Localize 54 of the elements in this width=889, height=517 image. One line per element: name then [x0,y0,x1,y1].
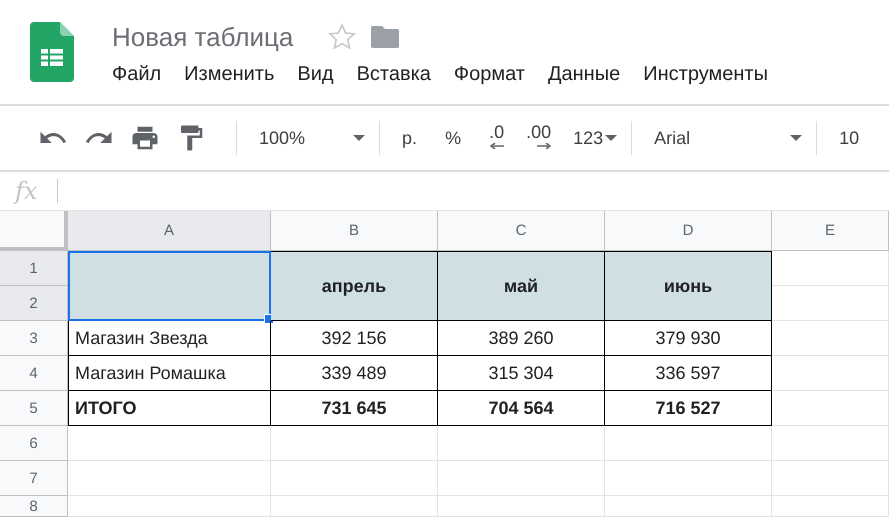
row-header[interactable]: 3 [0,321,68,356]
sheets-logo-icon[interactable] [30,22,74,82]
row-header[interactable]: 4 [0,356,68,391]
table-cell: 731 645 [271,391,438,426]
table-cell: 716 527 [605,391,772,426]
table-cell: 339 489 [271,356,438,391]
decrease-decimals-button[interactable]: .0 [489,122,504,154]
column-header[interactable]: D [605,211,772,251]
column-header[interactable]: C [438,211,605,251]
menu-item[interactable]: Вставка [356,63,431,86]
row-header[interactable]: 8 [0,496,68,517]
row-header[interactable]: 5 [0,391,68,426]
header-cell[interactable]: июнь [605,251,772,321]
table-cell: 389 260 [438,321,605,356]
row-header[interactable]: 1 [0,251,68,286]
header-cell[interactable]: май [438,251,605,321]
table-cell: 392 156 [271,321,438,356]
currency-format-button[interactable]: р. [402,128,418,148]
table-cell: 704 564 [438,391,605,426]
document-title[interactable]: Новая таблица [112,22,294,52]
menu-item[interactable]: Изменить [184,63,274,86]
formula-label: fx [15,177,38,205]
folder-icon[interactable] [371,26,400,48]
caret-icon[interactable] [790,135,802,141]
menu-item[interactable]: Данные [548,63,620,86]
table-cell: 379 930 [605,321,772,356]
header-cell[interactable] [68,251,271,321]
menu-item[interactable]: Формат [454,63,525,86]
table-cell: Магазин Ромашка [68,356,271,391]
column-header[interactable]: E [772,211,889,251]
font-size-field[interactable]: 10 [839,128,860,148]
column-header[interactable]: B [271,211,438,251]
header-cell[interactable]: апрель [271,251,438,321]
row-header[interactable]: 7 [0,461,68,496]
increase-decimals-button[interactable]: .00 [526,122,552,154]
column-header[interactable]: A [68,211,271,251]
caret-icon[interactable] [605,135,618,141]
font-dropdown[interactable]: Arial [654,128,784,148]
table-cell: 315 304 [438,356,605,391]
star-icon[interactable] [327,22,358,52]
menu-item[interactable]: Вид [297,63,334,86]
right-arrow-icon [537,143,552,149]
menu-item[interactable]: Файл [112,63,162,86]
table-cell: ИТОГО [68,391,271,426]
caret-icon[interactable] [353,135,366,141]
table-cell: Магазин Звезда [68,321,271,356]
row-header[interactable]: 6 [0,426,68,461]
row-header[interactable]: 2 [0,286,68,321]
percent-format-button[interactable]: % [445,128,462,148]
left-arrow-icon [490,143,504,149]
number-format-dropdown[interactable]: 123 [573,128,604,148]
table-cell: 336 597 [605,356,772,391]
zoom-dropdown[interactable]: 100% [259,128,306,148]
menu-item[interactable]: Инструменты [643,63,768,86]
